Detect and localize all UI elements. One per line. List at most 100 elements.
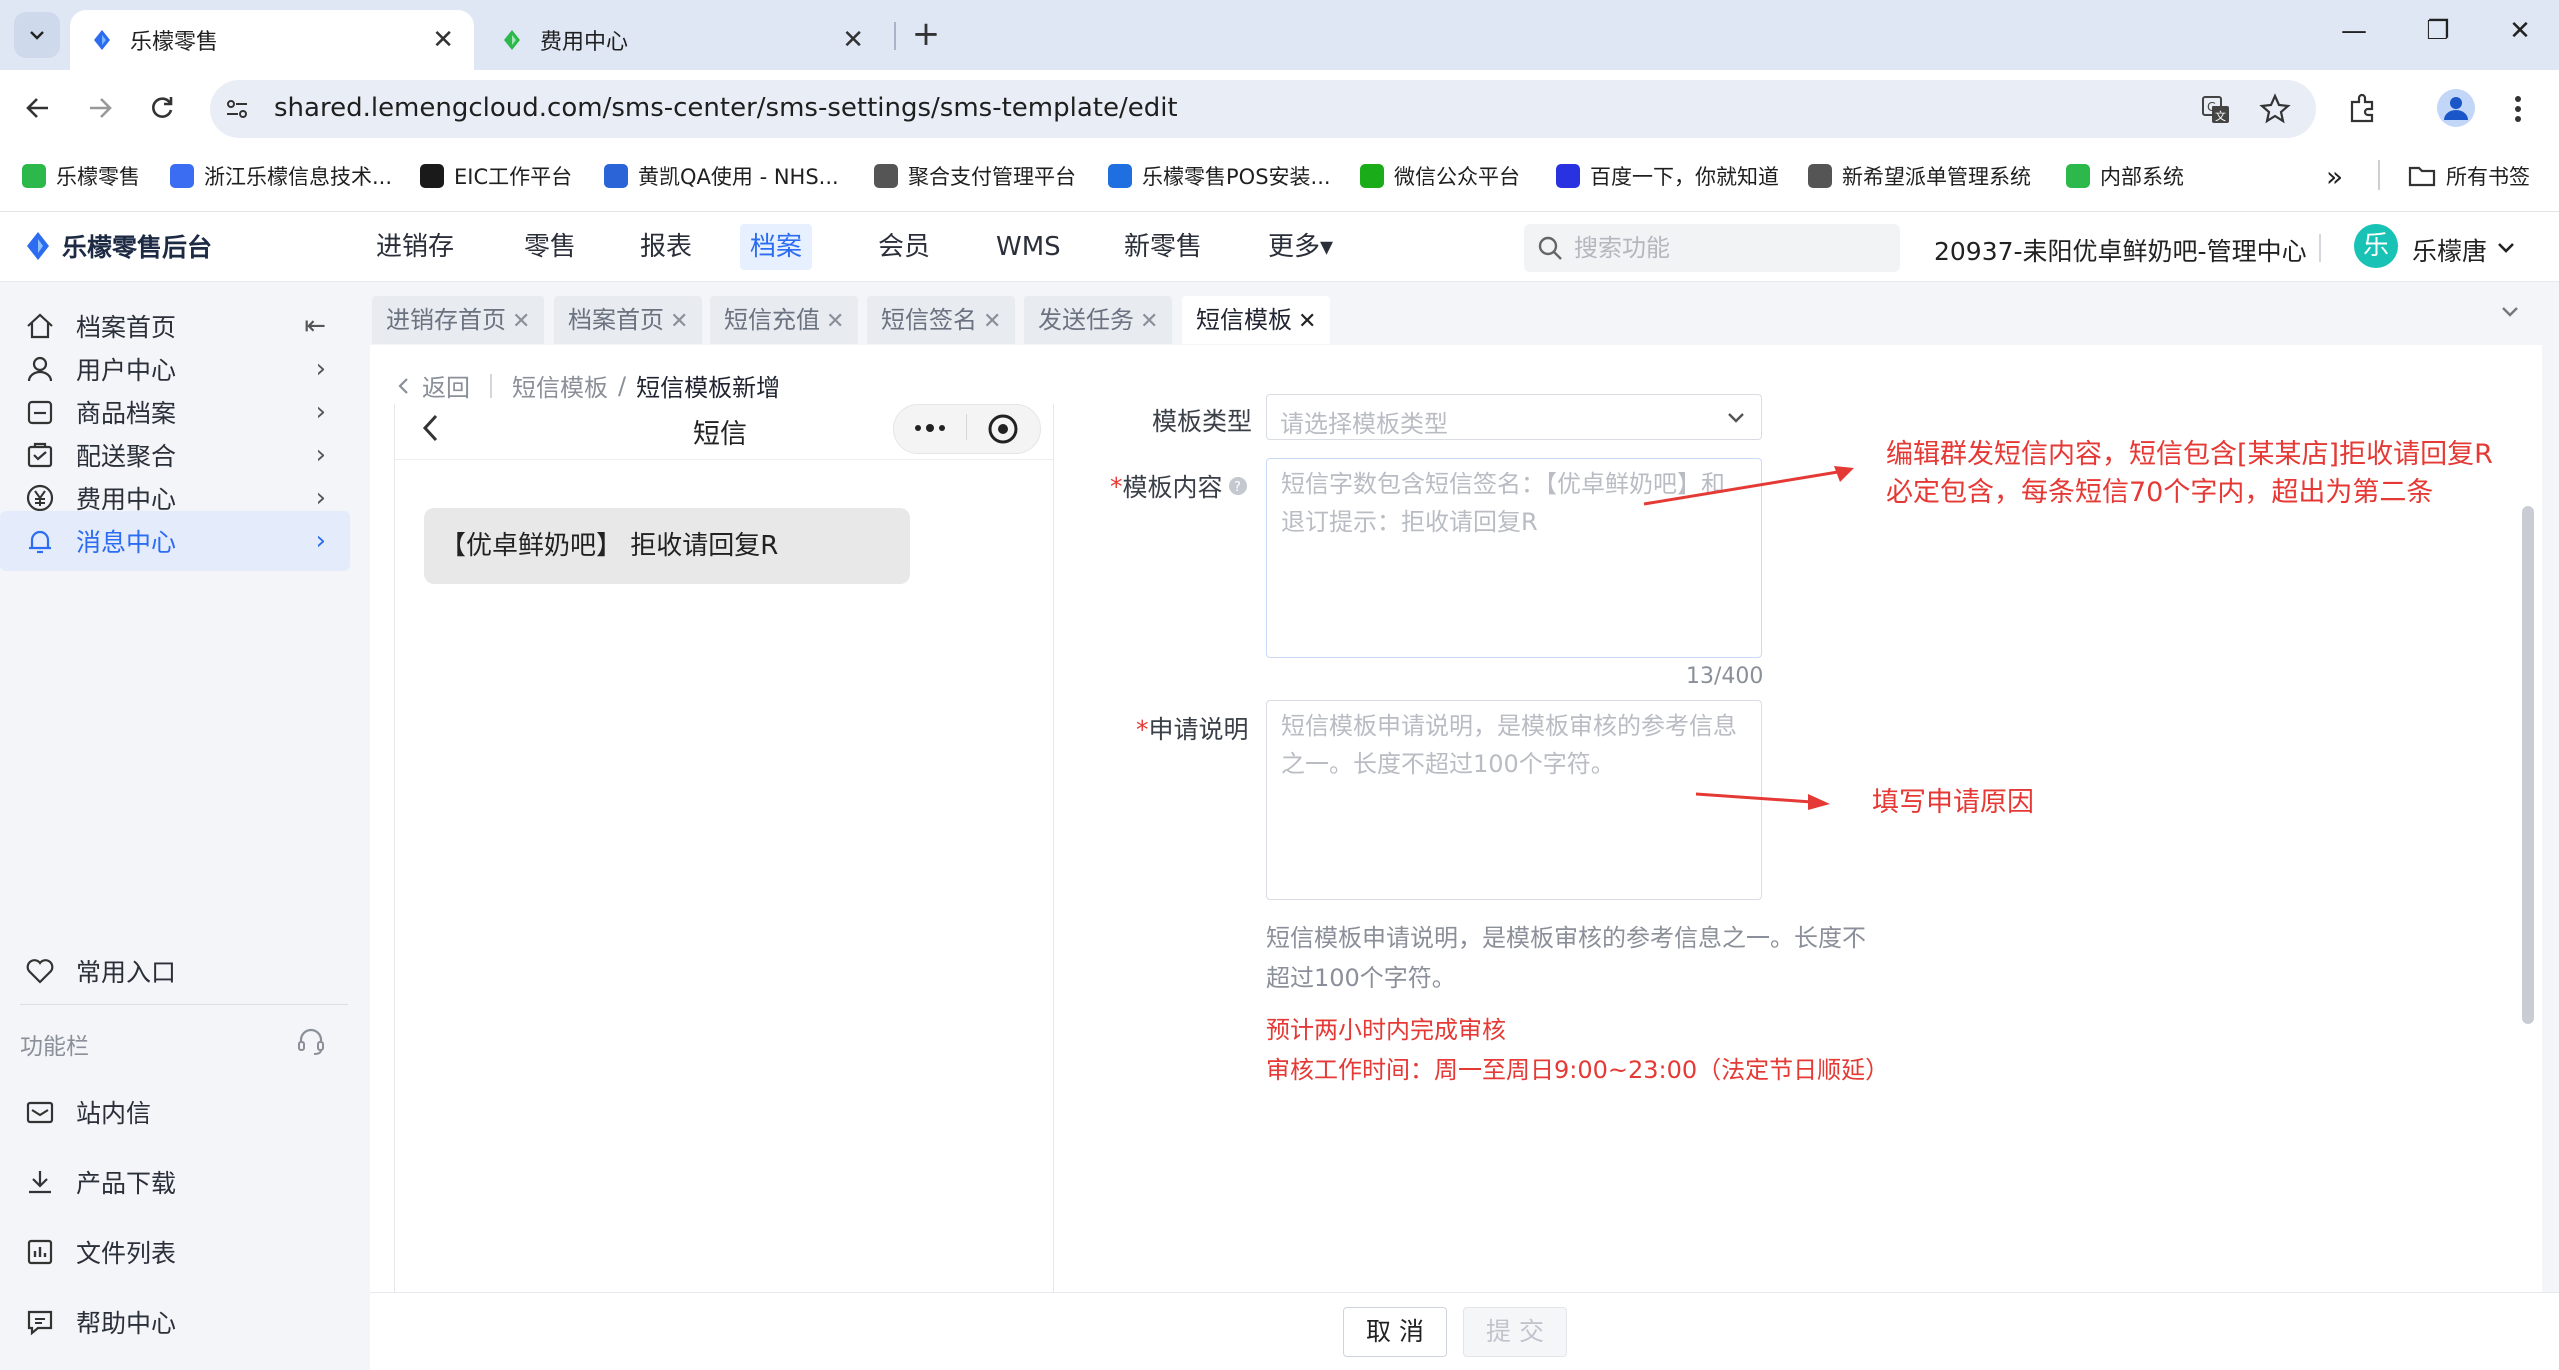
page-tab-close-icon[interactable]: ✕	[826, 309, 844, 334]
bookmark-item[interactable]: 百度一下，你就知道	[1556, 160, 1779, 192]
page-tab-label: 档案首页	[568, 306, 664, 334]
all-bookmarks[interactable]: 所有书签	[2408, 160, 2530, 192]
bookmark-favicon-icon	[420, 164, 444, 188]
bookmark-item[interactable]: 聚合支付管理平台	[874, 160, 1076, 192]
lemeng-logo-icon	[94, 30, 110, 50]
topnav-item[interactable]: 进销存	[366, 224, 464, 270]
tab-close-icon[interactable]: ✕	[432, 25, 454, 55]
browser-tab-lemeng[interactable]: 乐檬零售 ✕	[70, 10, 474, 70]
restore-button[interactable]: ❐	[2418, 16, 2458, 46]
bookmark-label: 微信公众平台	[1394, 165, 1520, 189]
sidebar-item-common-entry[interactable]: 常用入口	[0, 938, 350, 1004]
extensions-icon[interactable]	[2346, 92, 2380, 126]
breadcrumb: 返回 短信模板 / 短信模板新增	[394, 368, 780, 403]
bookmark-label: 新希望派单管理系统	[1842, 165, 2031, 189]
review-time-note: 预计两小时内完成审核	[1266, 1016, 1506, 1044]
cancel-button[interactable]: 取 消	[1343, 1307, 1447, 1357]
sidebar-tool-item[interactable]: 文件列表	[0, 1222, 350, 1282]
page-tab-close-icon[interactable]: ✕	[670, 309, 688, 334]
minimize-button[interactable]: —	[2334, 16, 2374, 46]
all-bookmarks-label: 所有书签	[2446, 165, 2530, 189]
tab-separator	[894, 22, 896, 50]
page-tab[interactable]: 发送任务 ✕	[1024, 296, 1173, 344]
main-scrollbar[interactable]	[2522, 506, 2534, 1024]
sidebar-tool-item[interactable]: 产品下载	[0, 1152, 350, 1212]
apply-note-input[interactable]	[1267, 701, 1761, 899]
page-tab-label: 发送任务	[1038, 306, 1134, 334]
back-button[interactable]	[18, 88, 58, 128]
user-menu-chevron-icon[interactable]	[2494, 236, 2518, 260]
bookmark-item[interactable]: EIC工作平台	[420, 160, 572, 192]
required-mark: *	[1136, 715, 1149, 744]
site-info-icon[interactable]	[222, 94, 252, 124]
chevron-down-icon	[30, 31, 44, 40]
page-tab[interactable]: 短信充值 ✕	[710, 296, 859, 344]
bookmark-item[interactable]: 微信公众平台	[1360, 160, 1520, 192]
submit-button[interactable]: 提 交	[1463, 1307, 1567, 1357]
translate-icon[interactable]: G文	[2200, 94, 2232, 126]
browser-menu-icon[interactable]	[2510, 92, 2526, 126]
bookmark-label: 乐檬零售POS安装...	[1142, 165, 1331, 189]
forward-button[interactable]	[80, 88, 120, 128]
topnav-item[interactable]: 会员	[868, 224, 940, 270]
page-tab-label: 短信充值	[724, 306, 820, 334]
tab-title: 费用中心	[540, 30, 629, 55]
sidebar-item[interactable]: 消息中心 ›	[0, 511, 350, 571]
topnav-item[interactable]: 更多▾	[1258, 224, 1343, 270]
page-tab[interactable]: 短信模板 ✕	[1182, 296, 1331, 344]
breadcrumb-parent[interactable]: 短信模板	[512, 368, 608, 403]
search-input[interactable]	[1574, 234, 1874, 262]
page-tab[interactable]: 进销存首页 ✕	[372, 296, 545, 344]
avatar[interactable]: 乐	[2354, 224, 2398, 268]
page-tab-close-icon[interactable]: ✕	[512, 309, 530, 334]
profile-icon[interactable]	[2436, 88, 2476, 128]
page-tab-close-icon[interactable]: ✕	[1140, 309, 1158, 334]
reload-button[interactable]	[142, 88, 182, 128]
more-bookmarks-icon[interactable]: »	[2326, 160, 2343, 193]
page-tab[interactable]: 档案首页 ✕	[554, 296, 703, 344]
topnav-item[interactable]: 新零售	[1114, 224, 1212, 270]
url-text[interactable]: shared.lemengcloud.com/sms-center/sms-se…	[274, 93, 1178, 123]
annotation-content: 编辑群发短信内容，短信包含[某某店]拒收请回复R 必定包含，每条短信70个字内，…	[1886, 436, 2493, 512]
user-name[interactable]: 乐檬唐	[2412, 232, 2487, 268]
new-tab-button[interactable]: +	[906, 14, 946, 54]
page-tab-close-icon[interactable]: ✕	[983, 309, 1001, 334]
back-chevron-icon[interactable]	[394, 376, 414, 396]
topnav-item[interactable]: 零售	[514, 224, 586, 270]
tab-close-icon[interactable]: ✕	[842, 25, 864, 55]
template-type-placeholder: 请选择模板类型	[1280, 410, 1448, 438]
bookmark-item[interactable]: 乐檬零售	[22, 160, 140, 192]
topnav-item[interactable]: 档案	[740, 224, 813, 270]
bookmark-item[interactable]: 新希望派单管理系统	[1808, 160, 2031, 192]
headset-icon[interactable]	[294, 1024, 328, 1058]
select-chevron-icon[interactable]	[1724, 406, 1748, 430]
back-link[interactable]: 返回	[422, 368, 470, 403]
topnav-item[interactable]: 报表	[630, 224, 702, 270]
store-selector[interactable]: 20937-耒阳优卓鲜奶吧-管理中心	[1934, 232, 2307, 268]
sidebar-tool-item[interactable]: 帮助中心	[0, 1292, 350, 1352]
collapse-icon[interactable]: ⇤	[304, 311, 326, 341]
page-tab-close-icon[interactable]: ✕	[1298, 309, 1316, 334]
bookmark-favicon-icon	[22, 164, 46, 188]
page-tab[interactable]: 短信签名 ✕	[867, 296, 1016, 344]
arrow-right-icon	[90, 98, 112, 118]
bookmark-item[interactable]: 浙江乐檬信息技术...	[170, 160, 392, 192]
help-circle-icon[interactable]: ?	[1227, 475, 1249, 497]
topnav-item[interactable]: WMS	[986, 224, 1071, 270]
bookmark-item[interactable]: 内部系统	[2066, 160, 2184, 192]
template-content-label-group: * 模板内容 ?	[1110, 468, 1249, 504]
function-search[interactable]	[1524, 224, 1900, 272]
bookmark-item[interactable]: 乐檬零售POS安装...	[1108, 160, 1331, 192]
brand[interactable]: 乐檬零售后台	[22, 228, 212, 264]
apply-note-textarea[interactable]	[1266, 700, 1762, 900]
window-close-button[interactable]: ✕	[2500, 16, 2540, 46]
tabs-dropdown-icon[interactable]	[2498, 300, 2522, 324]
heart-icon	[22, 953, 58, 989]
sidebar-tool-item[interactable]: 站内信	[0, 1082, 350, 1142]
browser-tab-fee-center[interactable]: 费用中心 ✕	[480, 10, 884, 70]
bookmark-item[interactable]: 黄凯QA使用 - NHS...	[604, 160, 839, 192]
tab-search-dropdown[interactable]	[14, 12, 60, 58]
bookmark-label: 内部系统	[2100, 165, 2184, 189]
bookmark-star-icon[interactable]	[2258, 92, 2292, 126]
header-divider	[2319, 234, 2321, 262]
